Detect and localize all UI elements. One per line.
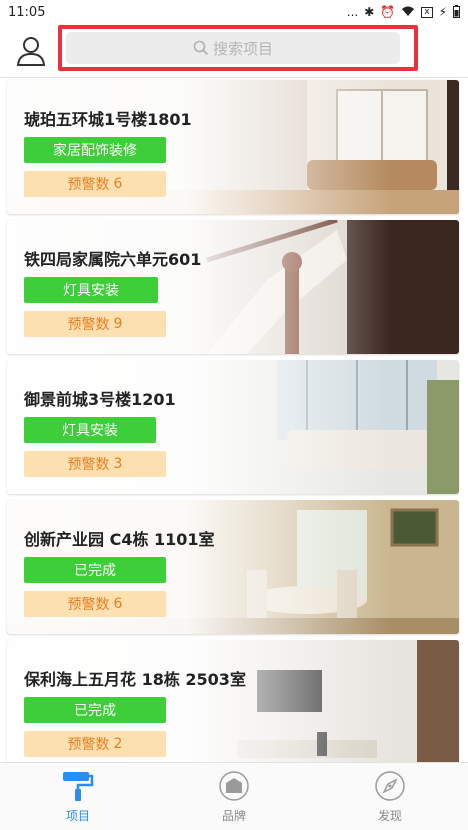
bluetooth-icon: ✱ (364, 5, 375, 19)
house-icon (219, 771, 249, 801)
project-card[interactable]: 创新产业园 C4栋 1101室 已完成 预警数 6 (7, 500, 459, 634)
project-card[interactable]: 铁四局家属院六单元601 灯具安装 预警数 9 (7, 220, 459, 354)
project-card[interactable]: 琥珀五环城1号楼1801 家居配饰装修 预警数 6 (7, 80, 459, 214)
stage-badge: 灯具安装 (24, 417, 156, 443)
project-title: 创新产业园 C4栋 1101室 (24, 530, 215, 549)
search-input[interactable]: 搜索项目 (66, 32, 400, 64)
person-icon (16, 37, 46, 66)
stage-badge: 家居配饰装修 (24, 137, 166, 163)
project-card[interactable]: 御景前城3号楼1201 灯具安装 预警数 3 (7, 360, 459, 494)
tab-projects[interactable]: 项目 (0, 763, 156, 830)
bottom-tab-bar: 项目 品牌 发现 (0, 762, 468, 830)
sim-card-icon: x (421, 6, 433, 18)
tab-label: 项目 (65, 809, 90, 823)
search-icon (193, 40, 209, 56)
warning-badge: 预警数 3 (24, 451, 166, 477)
profile-button[interactable] (14, 34, 48, 68)
compass-icon (375, 771, 405, 801)
alarm-off-icon: ⏰ (380, 5, 396, 19)
warning-badge: 预警数 2 (24, 731, 166, 757)
search-placeholder: 搜索项目 (212, 39, 273, 58)
project-title: 琥珀五环城1号楼1801 (24, 110, 192, 129)
project-card[interactable]: 保利海上五月花 18栋 2503室 已完成 预警数 2 (7, 640, 459, 762)
signal-dots-icon: ... (346, 5, 359, 19)
tab-label: 品牌 (221, 809, 246, 823)
paint-roller-icon (63, 772, 94, 801)
tab-label: 发现 (377, 809, 402, 823)
charging-icon: ⚡ (438, 5, 447, 19)
wifi-icon (401, 6, 415, 19)
header: 搜索项目 (0, 24, 468, 78)
stage-badge: 已完成 (24, 557, 166, 583)
status-time: 11:05 (8, 4, 46, 20)
tab-brands[interactable]: 品牌 (156, 763, 312, 830)
stage-badge: 灯具安装 (24, 277, 158, 303)
warning-badge: 预警数 9 (24, 311, 166, 337)
status-icons: ... ✱ ⏰ x ⚡ (346, 4, 460, 20)
tab-discover[interactable]: 发现 (312, 763, 468, 830)
warning-badge: 预警数 6 (24, 171, 166, 197)
project-title: 御景前城3号楼1201 (24, 390, 176, 409)
stage-badge: 已完成 (24, 697, 166, 723)
project-list[interactable]: 琥珀五环城1号楼1801 家居配饰装修 预警数 6 铁四局家属院六单元601 灯具… (0, 78, 468, 762)
battery-icon (453, 4, 460, 20)
warning-badge: 预警数 6 (24, 591, 166, 617)
status-bar: 11:05 ... ✱ ⏰ x ⚡ (0, 0, 468, 24)
project-title: 保利海上五月花 18栋 2503室 (24, 670, 246, 689)
project-title: 铁四局家属院六单元601 (24, 250, 202, 269)
